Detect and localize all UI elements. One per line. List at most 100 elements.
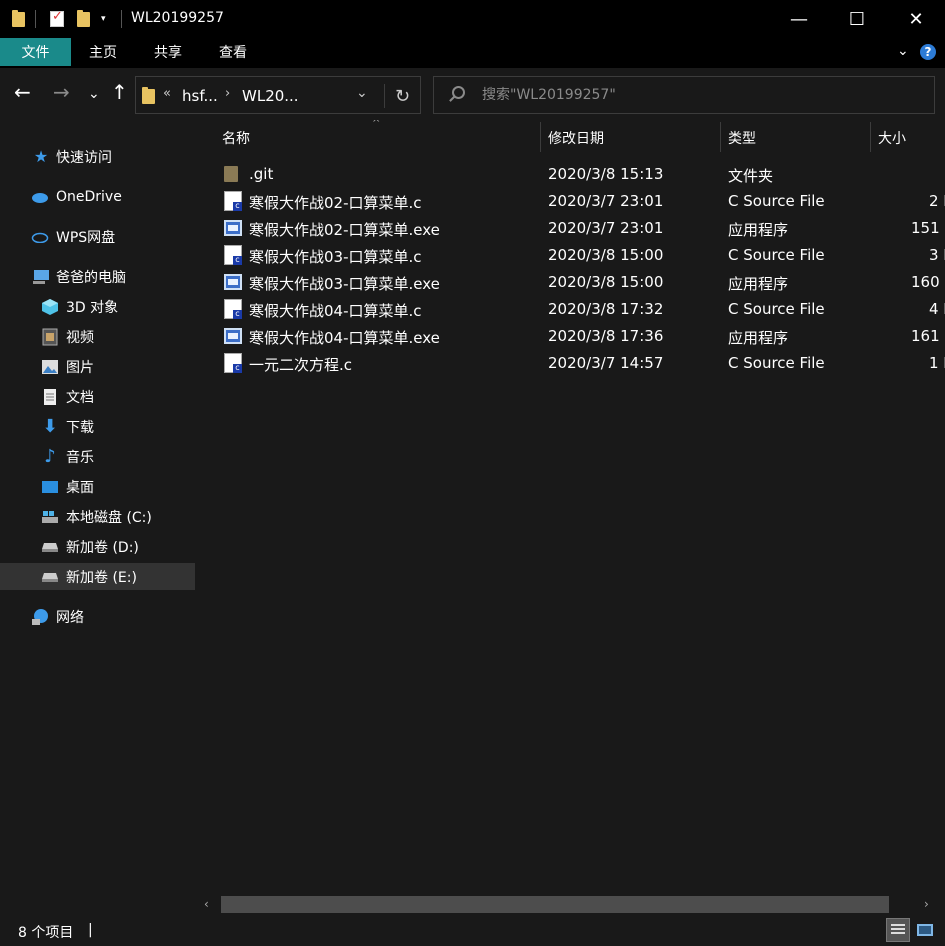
overflow-crumbs-button[interactable]: « [163, 86, 171, 101]
sidebar-item-label: 3D 对象 [66, 299, 119, 316]
file-date: 2020/3/8 17:36 [548, 327, 664, 345]
file-row[interactable]: 一元二次方程.c 2020/3/7 14:57 C Source File 1 … [222, 350, 945, 377]
file-name: 寒假大作战02-口算菜单.exe [249, 221, 440, 239]
forward-button[interactable]: → [53, 82, 70, 102]
column-resize-handle[interactable] [540, 122, 541, 152]
sidebar-item-label: OneDrive [56, 188, 122, 205]
details-view-button[interactable] [886, 918, 910, 942]
navigation-pane: ★ 快速访问 OneDrive WPS网盘 爸爸的电脑 3D 对象 视频 图片 … [0, 120, 200, 914]
column-header-name[interactable]: 名称 [222, 128, 250, 148]
file-row[interactable]: .git 2020/3/8 15:13 文件夹 [222, 161, 945, 188]
sidebar-item-wps-cloud[interactable]: WPS网盘 [0, 223, 195, 250]
file-type: C Source File [728, 246, 825, 264]
sidebar-item-label: 音乐 [66, 449, 94, 466]
back-button[interactable]: ← [14, 82, 31, 102]
cube-icon [41, 298, 59, 316]
file-date: 2020/3/8 15:00 [548, 246, 664, 264]
file-size: 161 K [911, 327, 945, 345]
folder-icon [12, 9, 25, 29]
sidebar-item-quick-access[interactable]: ★ 快速访问 [0, 143, 195, 170]
sidebar-item-pictures[interactable]: 图片 [0, 353, 195, 380]
file-row[interactable]: 寒假大作战04-口算菜单.c 2020/3/8 17:32 C Source F… [222, 296, 945, 323]
close-button[interactable]: ✕ [887, 0, 945, 38]
desktop-icon [41, 478, 59, 496]
sidebar-item-onedrive[interactable]: OneDrive [0, 183, 195, 210]
breadcrumb-separator[interactable]: › [225, 86, 230, 101]
file-row[interactable]: 寒假大作战03-口算菜单.exe 2020/3/8 15:00 应用程序 160… [222, 269, 945, 296]
folder-icon [142, 87, 155, 104]
sidebar-item-label: 图片 [66, 359, 94, 376]
sidebar-item-label: 本地磁盘 (C:) [66, 509, 152, 526]
customize-toolbar-button[interactable]: ▾ [101, 9, 106, 29]
large-icons-view-button[interactable] [913, 918, 937, 942]
refresh-button[interactable]: ↻ [384, 84, 420, 108]
file-date: 2020/3/7 23:01 [548, 219, 664, 237]
sidebar-item-drive-c[interactable]: 本地磁盘 (C:) [0, 503, 195, 530]
file-name: .git [249, 165, 274, 183]
sidebar-item-label: 新加卷 (D:) [66, 539, 139, 556]
recent-locations-button[interactable]: ⌄ [88, 87, 100, 101]
breadcrumb-item[interactable]: hsf... [182, 87, 218, 105]
sidebar-item-this-pc[interactable]: 爸爸的电脑 [0, 263, 195, 290]
sidebar-item-label: 下载 [66, 419, 94, 436]
sidebar-item-label: 爸爸的电脑 [56, 269, 126, 286]
column-header-type[interactable]: 类型 [728, 128, 756, 148]
properties-icon[interactable] [50, 9, 64, 29]
address-dropdown-button[interactable]: ⌄ [356, 85, 368, 101]
sidebar-item-downloads[interactable]: ⬇ 下载 [0, 413, 195, 440]
column-resize-handle[interactable] [870, 122, 871, 152]
file-size: 160 K [911, 273, 945, 291]
minimize-button[interactable]: — [770, 0, 828, 38]
column-header-date[interactable]: 修改日期 [548, 128, 604, 148]
column-header-size[interactable]: 大小 [878, 128, 906, 148]
expand-ribbon-button[interactable]: ⌄ [897, 43, 909, 59]
tab-share[interactable]: 共享 [143, 38, 193, 66]
file-date: 2020/3/7 23:01 [548, 192, 664, 210]
search-input[interactable] [482, 84, 912, 106]
sidebar-item-3d-objects[interactable]: 3D 对象 [0, 293, 195, 320]
scroll-left-button[interactable]: ‹ [204, 897, 209, 911]
file-size: 2 K [929, 192, 945, 210]
file-row[interactable]: 寒假大作战04-口算菜单.exe 2020/3/8 17:36 应用程序 161… [222, 323, 945, 350]
new-folder-icon[interactable] [77, 9, 90, 29]
navigation-bar: ← → ⌄ ↑ « hsf... › WL20... ⌄ ↻ [0, 68, 945, 120]
file-date: 2020/3/8 17:32 [548, 300, 664, 318]
video-icon [41, 328, 59, 346]
file-row[interactable]: 寒假大作战02-口算菜单.exe 2020/3/7 23:01 应用程序 151… [222, 215, 945, 242]
search-box[interactable] [433, 76, 935, 114]
sidebar-item-label: 快速访问 [56, 149, 112, 166]
file-type: 应用程序 [728, 221, 789, 239]
sidebar-item-label: WPS网盘 [56, 229, 116, 246]
tab-view[interactable]: 查看 [208, 38, 258, 66]
column-resize-handle[interactable] [720, 122, 721, 152]
sidebar-item-desktop[interactable]: 桌面 [0, 473, 195, 500]
c-source-icon [224, 299, 242, 319]
horizontal-scrollbar[interactable]: ‹ › [200, 894, 945, 915]
sidebar-item-network[interactable]: 网络 [0, 603, 195, 630]
up-button[interactable]: ↑ [111, 82, 128, 102]
file-row[interactable]: 寒假大作战03-口算菜单.c 2020/3/8 15:00 C Source F… [222, 242, 945, 269]
file-row[interactable]: 寒假大作战02-口算菜单.c 2020/3/7 23:01 C Source F… [222, 188, 945, 215]
file-name: 寒假大作战02-口算菜单.c [249, 194, 422, 212]
tab-file[interactable]: 文件 [0, 38, 71, 66]
file-date: 2020/3/8 15:13 [548, 165, 664, 183]
sidebar-item-drive-e[interactable]: 新加卷 (E:) [0, 563, 195, 590]
computer-icon [32, 268, 50, 286]
sidebar-item-drive-d[interactable]: 新加卷 (D:) [0, 533, 195, 560]
scrollbar-thumb[interactable] [221, 896, 889, 913]
file-name: 一元二次方程.c [249, 356, 353, 374]
maximize-button[interactable]: ☐ [828, 0, 886, 38]
document-icon [41, 388, 59, 406]
breadcrumb-item[interactable]: WL20... [242, 87, 299, 105]
file-type: 应用程序 [728, 275, 789, 293]
help-icon[interactable]: ? [920, 44, 936, 60]
file-type: C Source File [728, 192, 825, 210]
tab-home[interactable]: 主页 [78, 38, 128, 66]
chevron-down-icon: ▾ [101, 14, 106, 24]
network-icon [31, 608, 49, 626]
sidebar-item-documents[interactable]: 文档 [0, 383, 195, 410]
address-bar[interactable]: « hsf... › WL20... ⌄ [135, 76, 421, 114]
sidebar-item-music[interactable]: ♪ 音乐 [0, 443, 195, 470]
scroll-right-button[interactable]: › [924, 897, 929, 911]
sidebar-item-videos[interactable]: 视频 [0, 323, 195, 350]
